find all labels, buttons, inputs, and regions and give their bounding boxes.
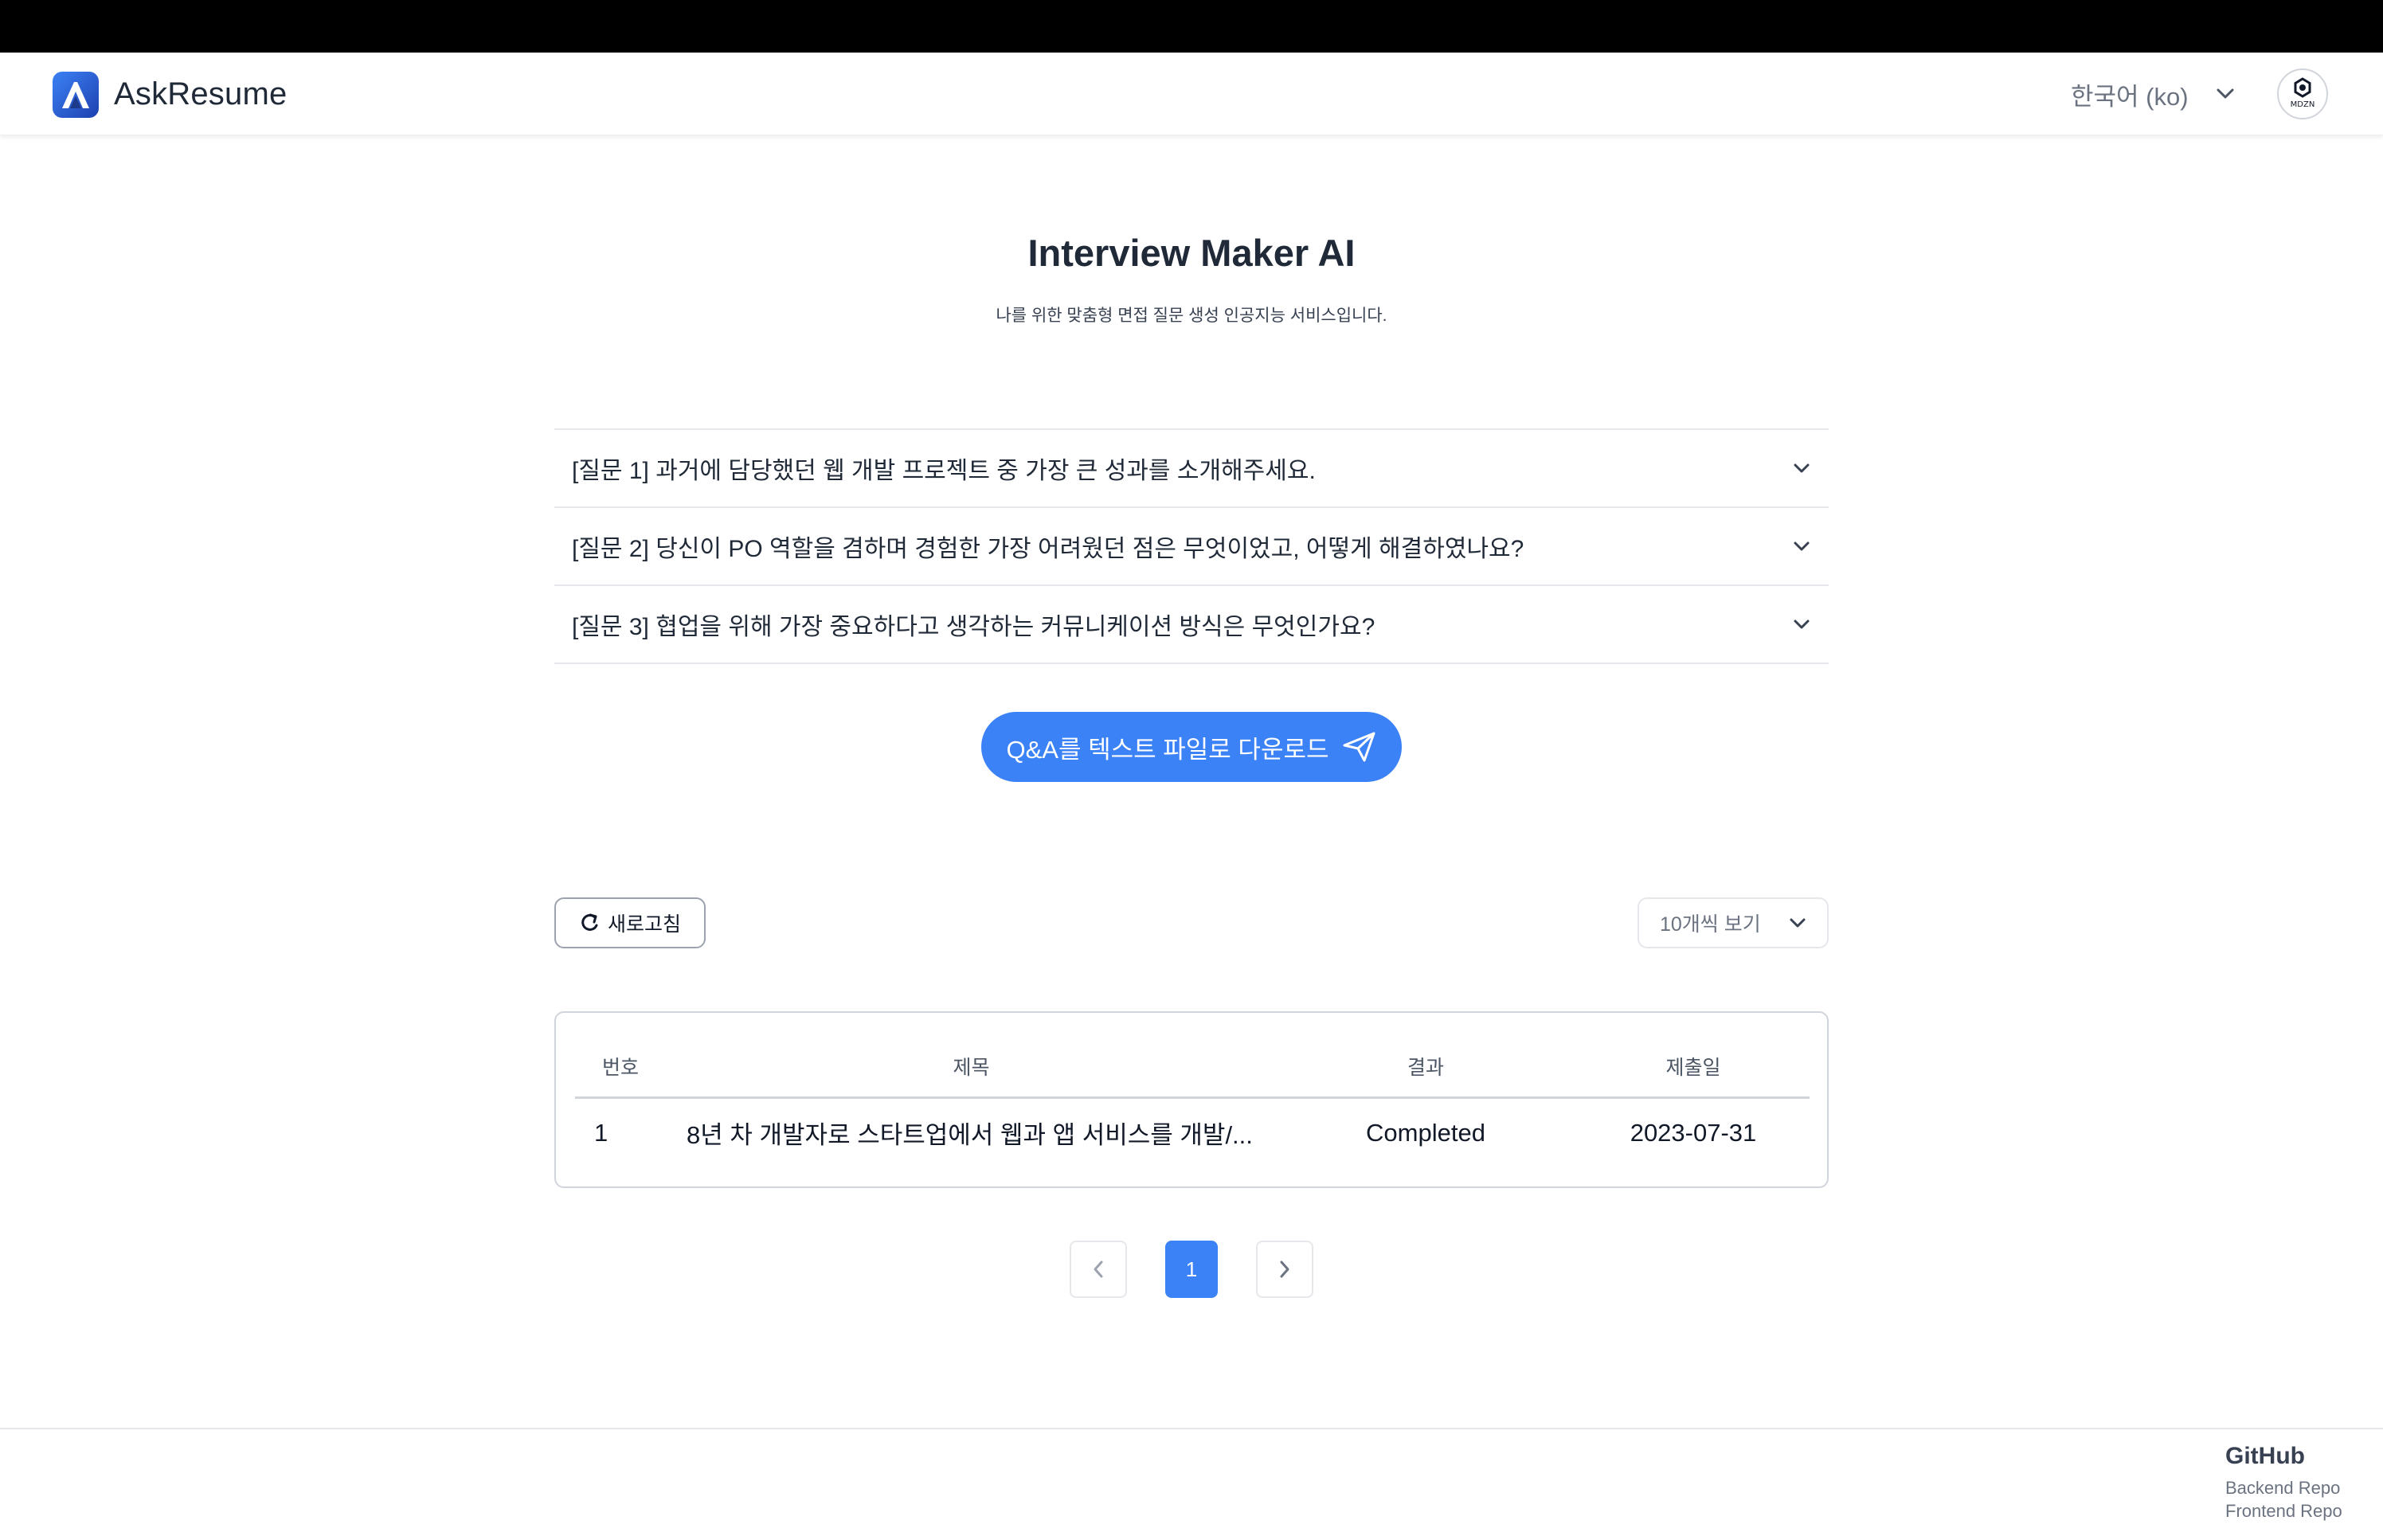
question-label: [질문 3] 협업을 위해 가장 중요하다고 생각하는 커뮤니케이션 방식은 무… — [572, 614, 1375, 640]
chevron-right-icon — [1280, 1261, 1289, 1278]
per-page-label: 10개씩 보기 — [1660, 913, 1761, 936]
chevron-down-icon — [1794, 541, 1810, 551]
send-icon — [1343, 732, 1375, 762]
column-header-title: 제목 — [669, 1037, 1274, 1099]
column-header-date: 제출일 — [1577, 1037, 1810, 1099]
language-label: 한국어 (ko) — [2071, 82, 2189, 111]
footer-heading: GitHub — [2225, 1443, 2305, 1469]
backend-repo-link[interactable]: Backend Repo — [2225, 1476, 2377, 1499]
avatar[interactable]: MDZN — [2277, 68, 2328, 119]
prev-page-button[interactable] — [1070, 1241, 1127, 1298]
question-item-1[interactable]: [질문 1] 과거에 담당했던 웹 개발 프로젝트 중 가장 큰 성과를 소개해… — [554, 430, 1829, 508]
refresh-label: 새로고침 — [607, 913, 681, 936]
chevron-down-icon — [1790, 918, 1806, 928]
chevron-left-icon — [1094, 1261, 1103, 1278]
footer-divider — [0, 1428, 2383, 1429]
column-header-number: 번호 — [575, 1037, 669, 1099]
chevron-down-icon — [2217, 88, 2234, 99]
submissions-table: 번호 제목 결과 제출일 1 8년 차 개발자로 스타트업에서 웹과 앱 서비스… — [554, 1011, 1829, 1188]
pagination: 1 — [1070, 1241, 1313, 1298]
question-item-2[interactable]: [질문 2] 당신이 PO 역할을 겸하며 경험한 가장 어려웠던 점은 무엇이… — [554, 508, 1829, 586]
refresh-icon — [581, 913, 598, 931]
column-header-result: 결과 — [1274, 1037, 1577, 1099]
table-header-row: 번호 제목 결과 제출일 — [575, 1037, 1810, 1099]
table-row[interactable]: 1 8년 차 개발자로 스타트업에서 웹과 앱 서비스를 개발/... Comp… — [575, 1097, 1810, 1167]
row-title[interactable]: 8년 차 개발자로 스타트업에서 웹과 앱 서비스를 개발/... — [669, 1097, 1274, 1167]
chevron-down-icon — [1794, 620, 1810, 629]
app-name[interactable]: AskResume — [114, 76, 287, 112]
app-header: AskResume 한국어 (ko) MDZN — [0, 53, 2383, 135]
row-result: Completed — [1366, 1118, 1485, 1147]
page-subtitle: 나를 위한 맞춤형 면접 질문 생성 인공지능 서비스입니다. — [996, 307, 1387, 325]
page-button-current[interactable]: 1 — [1165, 1241, 1218, 1298]
avatar-logo-icon — [2294, 77, 2311, 98]
avatar-text: MDZN — [2290, 100, 2315, 109]
question-label: [질문 1] 과거에 담당했던 웹 개발 프로젝트 중 가장 큰 성과를 소개해… — [572, 458, 1316, 484]
page-title: Interview Maker AI — [1027, 232, 1356, 274]
refresh-button[interactable]: 새로고침 — [554, 897, 706, 948]
question-item-3[interactable]: [질문 3] 협업을 위해 가장 중요하다고 생각하는 커뮤니케이션 방식은 무… — [554, 586, 1829, 664]
window-top-bar — [0, 0, 2383, 53]
download-qa-label: Q&A를 텍스트 파일로 다운로드 — [1006, 735, 1329, 764]
question-label: [질문 2] 당신이 PO 역할을 겸하며 경험한 가장 어려웠던 점은 무엇이… — [572, 536, 1524, 562]
app-logo-icon[interactable] — [53, 72, 99, 118]
per-page-select[interactable]: 10개씩 보기 — [1638, 897, 1829, 948]
language-select[interactable]: 한국어 (ko) — [2071, 75, 2235, 113]
footer: GitHub Backend Repo Frontend Repo — [2225, 1443, 2377, 1522]
row-number: 1 — [594, 1118, 608, 1147]
question-accordion: [질문 1] 과거에 담당했던 웹 개발 프로젝트 중 가장 큰 성과를 소개해… — [554, 428, 1829, 664]
chevron-down-icon — [1794, 463, 1810, 473]
row-date: 2023-07-31 — [1630, 1118, 1757, 1147]
frontend-repo-link[interactable]: Frontend Repo — [2225, 1499, 2377, 1522]
next-page-button[interactable] — [1256, 1241, 1313, 1298]
download-qa-button[interactable]: Q&A를 텍스트 파일로 다운로드 — [981, 712, 1402, 782]
